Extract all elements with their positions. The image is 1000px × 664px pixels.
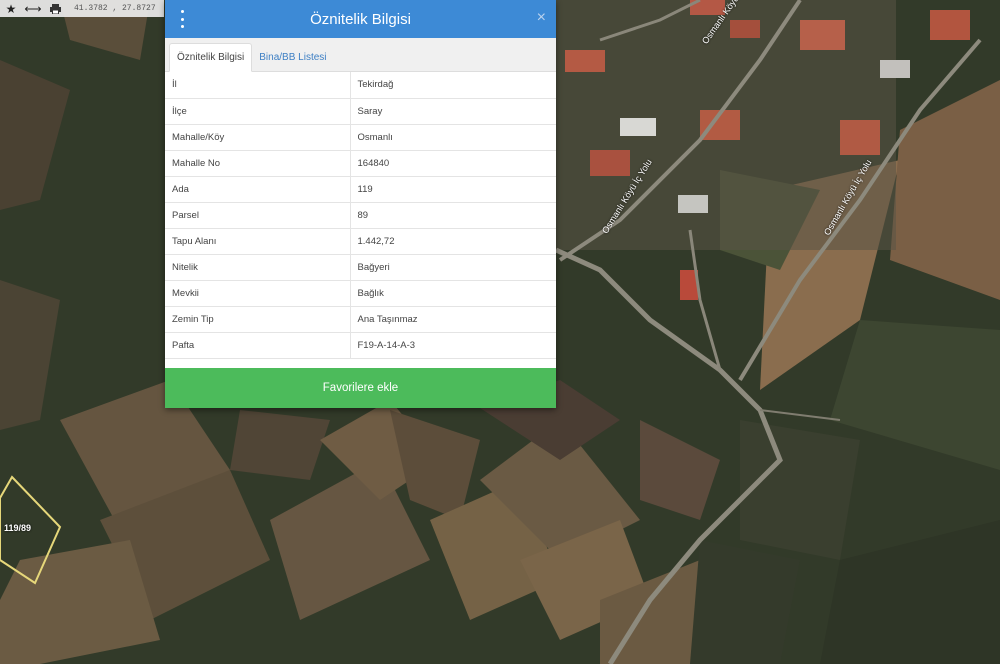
tab-attributes[interactable]: Öznitelik Bilgisi bbox=[169, 43, 253, 72]
panel-header: Öznitelik Bilgisi × bbox=[165, 0, 556, 38]
attribute-panel: Öznitelik Bilgisi × Öznitelik Bilgisi Bi… bbox=[165, 0, 556, 408]
add-to-favorites-button[interactable]: Favorilere ekle bbox=[165, 368, 556, 408]
attribute-key: İl bbox=[165, 72, 351, 99]
attribute-value: F19-A-14-A-3 bbox=[350, 332, 556, 359]
table-row: Tapu Alanı 1.442,72 bbox=[165, 228, 556, 255]
table-row: Nitelik Bağyeri bbox=[165, 254, 556, 281]
map-toolbar: ★ ⟷ 41.3782 , 27.8727 bbox=[0, 0, 164, 17]
print-icon[interactable] bbox=[44, 0, 66, 17]
table-row: Zemin Tip Ana Taşınmaz bbox=[165, 306, 556, 333]
attribute-key: İlçe bbox=[165, 98, 351, 125]
attribute-key: Parsel bbox=[165, 202, 351, 229]
attribute-value: 1.442,72 bbox=[350, 228, 556, 255]
coordinate-readout: 41.3782 , 27.8727 bbox=[74, 4, 156, 13]
attribute-value: Bağyeri bbox=[350, 254, 556, 281]
attribute-value: 119 bbox=[350, 176, 556, 203]
menu-icon[interactable] bbox=[179, 10, 185, 28]
panel-title: Öznitelik Bilgisi bbox=[310, 10, 411, 28]
attribute-value: 89 bbox=[350, 202, 556, 229]
attribute-table: İl Tekirdağ İlçe Saray Mahalle/Köy Osmanlı Mah… bbox=[165, 72, 556, 359]
measure-icon[interactable]: ⟷ bbox=[22, 0, 44, 17]
attribute-value: Tekirdağ bbox=[350, 72, 556, 99]
attribute-key: Tapu Alanı bbox=[165, 228, 351, 255]
tab-building-list[interactable]: Bina/BB Listesi bbox=[252, 44, 333, 71]
attribute-key: Mevkii bbox=[165, 280, 351, 307]
attribute-value: Osmanlı bbox=[350, 124, 556, 151]
table-row: Mahalle/Köy Osmanlı bbox=[165, 124, 556, 151]
attribute-key: Mahalle/Köy bbox=[165, 124, 351, 151]
close-icon[interactable]: × bbox=[537, 9, 546, 27]
attribute-value: 164840 bbox=[350, 150, 556, 177]
table-row: Ada 119 bbox=[165, 176, 556, 203]
star-icon[interactable]: ★ bbox=[0, 0, 22, 17]
table-row: Pafta F19-A-14-A-3 bbox=[165, 332, 556, 359]
table-row: İl Tekirdağ bbox=[165, 72, 556, 99]
table-row: İlçe Saray bbox=[165, 98, 556, 125]
attribute-key: Pafta bbox=[165, 332, 351, 359]
table-row: Parsel 89 bbox=[165, 202, 556, 229]
table-row: Mahalle No 164840 bbox=[165, 150, 556, 177]
table-row: Mevkii Bağlık bbox=[165, 280, 556, 307]
attribute-key: Ada bbox=[165, 176, 351, 203]
panel-tabs: Öznitelik Bilgisi Bina/BB Listesi bbox=[165, 38, 556, 72]
attribute-key: Zemin Tip bbox=[165, 306, 351, 333]
attribute-key: Nitelik bbox=[165, 254, 351, 281]
attribute-value: Ana Taşınmaz bbox=[350, 306, 556, 333]
attribute-key: Mahalle No bbox=[165, 150, 351, 177]
attribute-value: Bağlık bbox=[350, 280, 556, 307]
parcel-label: 119/89 bbox=[4, 523, 32, 533]
attribute-value: Saray bbox=[350, 98, 556, 125]
